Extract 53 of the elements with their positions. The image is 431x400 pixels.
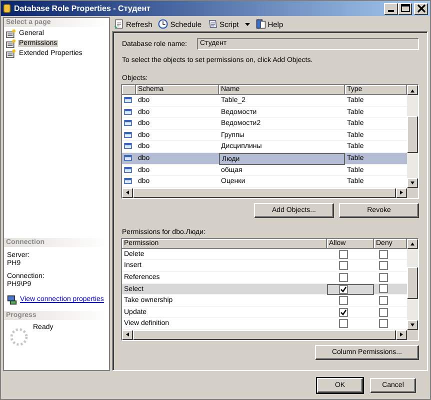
- vertical-scrollbar[interactable]: [407, 238, 418, 330]
- progress-spinner-icon: [9, 327, 29, 347]
- arrow-down-icon: [410, 180, 415, 186]
- checkbox[interactable]: [339, 296, 348, 305]
- help-icon: [256, 19, 266, 29]
- checkbox[interactable]: [379, 296, 388, 305]
- table-icon: [124, 178, 132, 184]
- page-icon: [6, 38, 16, 48]
- checkbox[interactable]: [339, 308, 348, 317]
- vertical-scrollbar[interactable]: [407, 85, 418, 188]
- page-icon: [6, 48, 16, 58]
- checkbox[interactable]: [379, 319, 388, 328]
- caret-icon: [244, 22, 250, 26]
- horizontal-scrollbar[interactable]: [122, 188, 418, 198]
- scrollbar-corner: [407, 330, 418, 340]
- checkbox[interactable]: [339, 250, 348, 259]
- arrow-right-icon: [399, 332, 404, 338]
- maximize-button[interactable]: [398, 2, 412, 14]
- table-icon: [124, 120, 132, 126]
- script-icon: [208, 19, 218, 29]
- arrow-right-icon: [399, 190, 404, 196]
- horizontal-scrollbar[interactable]: [122, 330, 418, 340]
- arrow-up-icon: [410, 88, 415, 92]
- checkbox[interactable]: [339, 272, 348, 282]
- clock-icon: [158, 19, 168, 29]
- table-icon: [124, 132, 132, 138]
- table-icon: [124, 97, 132, 103]
- minimize-button[interactable]: [384, 2, 398, 14]
- close-icon: [416, 4, 426, 13]
- page-icon: [6, 28, 16, 38]
- checkbox[interactable]: [339, 261, 348, 270]
- checkbox[interactable]: [379, 284, 388, 294]
- checkbox[interactable]: [379, 272, 388, 282]
- arrow-left-icon: [125, 332, 130, 338]
- table-icon: [124, 166, 132, 173]
- checkbox[interactable]: [379, 308, 388, 317]
- connection-icon: [7, 295, 17, 305]
- arrow-down-icon: [410, 322, 415, 328]
- database-icon: [3, 3, 11, 14]
- checkbox[interactable]: [339, 284, 348, 294]
- table-icon: [124, 143, 132, 150]
- scrollbar-corner: [407, 188, 418, 198]
- arrow-left-icon: [125, 190, 130, 196]
- checkbox[interactable]: [379, 250, 388, 259]
- checkbox[interactable]: [379, 261, 388, 270]
- close-button[interactable]: [414, 2, 428, 14]
- maximize-icon: [400, 4, 410, 13]
- checkbox[interactable]: [339, 319, 348, 328]
- window-title: Database Role Properties - Студент: [14, 4, 152, 13]
- table-icon: [124, 154, 132, 161]
- table-icon: [124, 108, 132, 115]
- arrow-up-icon: [410, 241, 415, 246]
- refresh-icon: [114, 19, 124, 29]
